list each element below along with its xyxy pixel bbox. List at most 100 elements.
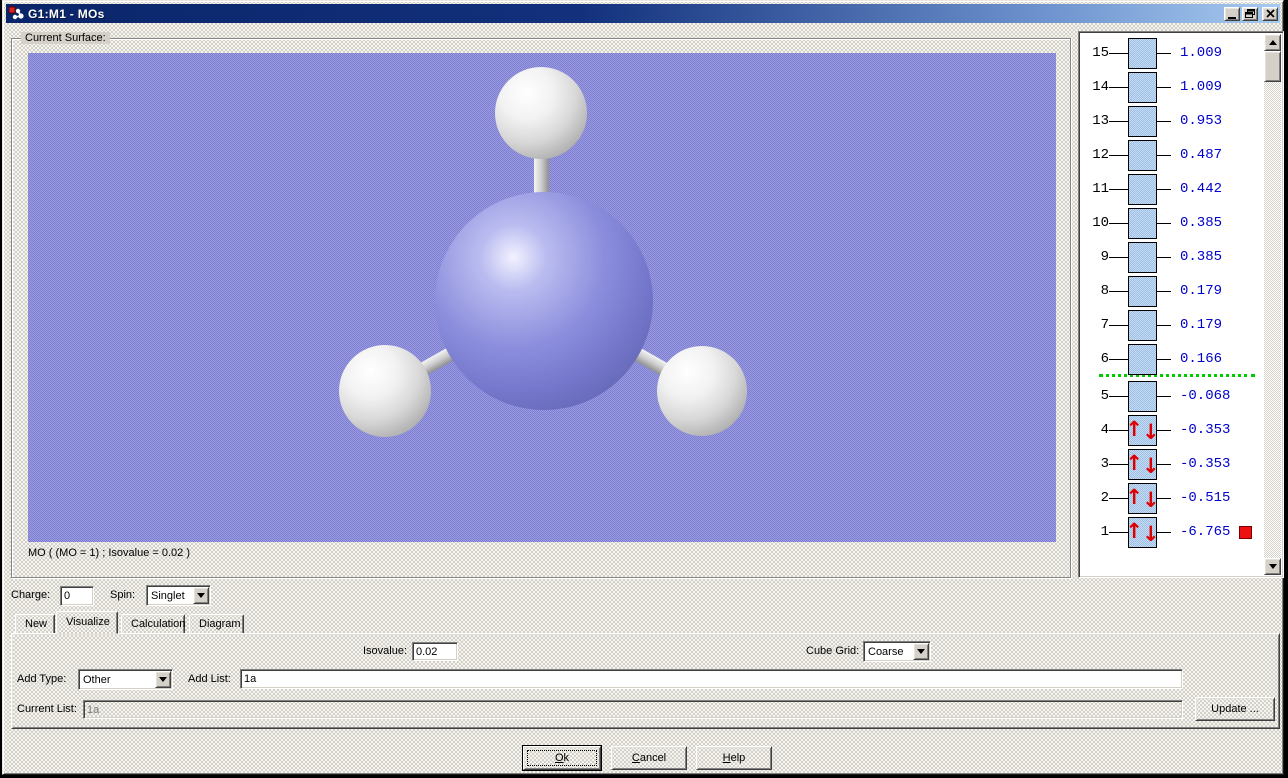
homo-lumo-separator <box>1099 374 1255 377</box>
spin-select[interactable]: Singlet <box>146 585 211 606</box>
spin-label: Spin: <box>110 589 136 601</box>
window-controls <box>1224 6 1278 21</box>
mo-row[interactable]: 7 0.179 <box>1081 308 1266 342</box>
mos-dialog-window: G1:M1 - MOs Current Surface: MO ((MO = … <box>2 0 1284 775</box>
window-icon[interactable] <box>8 6 25 22</box>
mo-level-line <box>1109 86 1128 88</box>
restore-icon <box>1245 9 1255 18</box>
mo-level-box <box>1128 241 1157 273</box>
chevron-down-icon <box>197 593 205 602</box>
mo-level-line <box>1157 395 1171 397</box>
scroll-down-button[interactable] <box>1264 558 1281 575</box>
mo-energy-value: 0.385 <box>1180 215 1223 231</box>
mo-level-box <box>1128 37 1157 69</box>
mo-level-line <box>1109 429 1128 431</box>
charge-label: Charge: <box>11 589 51 601</box>
mo-energy-value: 0.385 <box>1180 249 1223 265</box>
mo-level-line <box>1109 463 1128 465</box>
mo-index-label: 11 <box>1092 181 1109 197</box>
mo-energy-value: 1.009 <box>1180 79 1223 95</box>
mo-level-line <box>1157 154 1171 156</box>
tab-diagram[interactable]: Diagram <box>189 614 244 634</box>
mo-energy-value: 0.487 <box>1180 147 1223 163</box>
spin-value: Singlet <box>151 589 185 602</box>
mo-level-box <box>1128 343 1157 375</box>
mo-row[interactable]: 11 0.442 <box>1081 172 1266 206</box>
spin-up-arrow: ↑ <box>1129 416 1143 443</box>
spin-down-arrow: ↓ <box>1142 419 1156 445</box>
tab-new[interactable]: New <box>15 614 55 634</box>
spin-down-arrow: ↓ <box>1142 487 1156 513</box>
mo-row[interactable]: 15 1.009 <box>1081 36 1266 70</box>
spin-dropdown-button[interactable] <box>193 587 209 604</box>
close-button[interactable] <box>1262 6 1278 21</box>
mo-row[interactable]: 10 0.385 <box>1081 206 1266 240</box>
tab-calculation[interactable]: Calculation <box>121 614 185 634</box>
mo-energy-value: -0.068 <box>1180 388 1231 404</box>
close-icon <box>1265 9 1275 18</box>
mo-level-line <box>1157 324 1171 326</box>
desktop-background: G1:M1 - MOs Current Surface: MO ((MO = … <box>0 0 1288 778</box>
mo-level-box <box>1128 309 1157 341</box>
mo-level-line <box>1109 395 1128 397</box>
mo-level-box <box>1128 71 1157 103</box>
visualize-tab-page <box>11 633 1280 729</box>
mo-energy-value: 0.442 <box>1180 181 1223 197</box>
scroll-down-icon <box>1268 564 1277 573</box>
mo-rows: 15 1.009 14 1.009 13 0.953 12 0.487 11 0.442 10 0.3… <box>1081 34 1266 575</box>
mo-row[interactable]: 2 ↑↓ -0.515 <box>1081 481 1266 515</box>
mo-level-line <box>1157 256 1171 258</box>
mo-row[interactable]: 14 1.009 <box>1081 70 1266 104</box>
mo-level-line <box>1109 154 1128 156</box>
mo-row[interactable]: 5 -0.068 <box>1081 379 1266 413</box>
scrollbar-thumb[interactable] <box>1264 51 1281 82</box>
molecule-viewport[interactable] <box>28 53 1056 542</box>
scroll-up-button[interactable] <box>1264 34 1281 51</box>
surface-caption: MO ( (MO = 1) ; Isovalue = 0.02 ) <box>28 547 190 559</box>
cancel-button[interactable]: Cancel <box>611 746 687 770</box>
restore-button[interactable] <box>1242 6 1258 21</box>
minimize-button[interactable] <box>1224 6 1240 21</box>
mo-index-label: 14 <box>1092 79 1109 95</box>
mo-row[interactable]: 1 ↑↓ -6.765 <box>1081 515 1266 549</box>
mo-row[interactable]: 6 0.166 <box>1081 342 1266 376</box>
mo-level-box: ↑↓ <box>1128 516 1157 548</box>
mo-row[interactable]: 12 0.487 <box>1081 138 1266 172</box>
mo-row[interactable]: 4 ↑↓ -0.353 <box>1081 413 1266 447</box>
mo-level-box: ↑↓ <box>1128 482 1157 514</box>
mo-level-line <box>1109 531 1128 533</box>
spin-down-arrow: ↓ <box>1142 521 1156 547</box>
mo-level-line <box>1109 120 1128 122</box>
mo-energy-value: 1.009 <box>1180 45 1223 61</box>
mo-index-label: 4 <box>1100 422 1109 438</box>
mo-level-line <box>1109 324 1128 326</box>
mo-level-line <box>1157 497 1171 499</box>
mo-index-label: 8 <box>1100 283 1109 299</box>
mo-index-label: 3 <box>1100 456 1109 472</box>
mo-energy-value: -0.353 <box>1180 422 1231 438</box>
mo-scrollbar[interactable] <box>1264 34 1281 575</box>
hydrogen-atom-left <box>339 345 431 437</box>
mo-row[interactable]: 8 0.179 <box>1081 274 1266 308</box>
window-title: G1:M1 - MOs <box>28 6 105 21</box>
charge-input[interactable] <box>60 586 94 606</box>
mo-level-box: ↑↓ <box>1128 448 1157 480</box>
current-surface-label: Current Surface: <box>21 32 110 44</box>
mo-row[interactable]: 3 ↑↓ -0.353 <box>1081 447 1266 481</box>
mo-level-line <box>1109 358 1128 360</box>
tab-visualize[interactable]: Visualize <box>56 611 118 634</box>
mo-energy-value: -6.765 <box>1180 524 1231 540</box>
mo-level-line <box>1157 188 1171 190</box>
mo-level-line <box>1109 256 1128 258</box>
mo-level-box <box>1128 139 1157 171</box>
titlebar[interactable]: G1:M1 - MOs <box>6 4 1280 23</box>
spin-up-arrow: ↑ <box>1129 518 1143 545</box>
ok-button[interactable]: Ok <box>522 745 602 771</box>
mo-index-label: 1 <box>1100 524 1109 540</box>
mo-row[interactable]: 13 0.953 <box>1081 104 1266 138</box>
mo-index-label: 9 <box>1100 249 1109 265</box>
help-button[interactable]: Help <box>696 746 772 770</box>
mo-row[interactable]: 9 0.385 <box>1081 240 1266 274</box>
mo-level-line <box>1157 358 1171 360</box>
mo-energy-value: 0.953 <box>1180 113 1223 129</box>
